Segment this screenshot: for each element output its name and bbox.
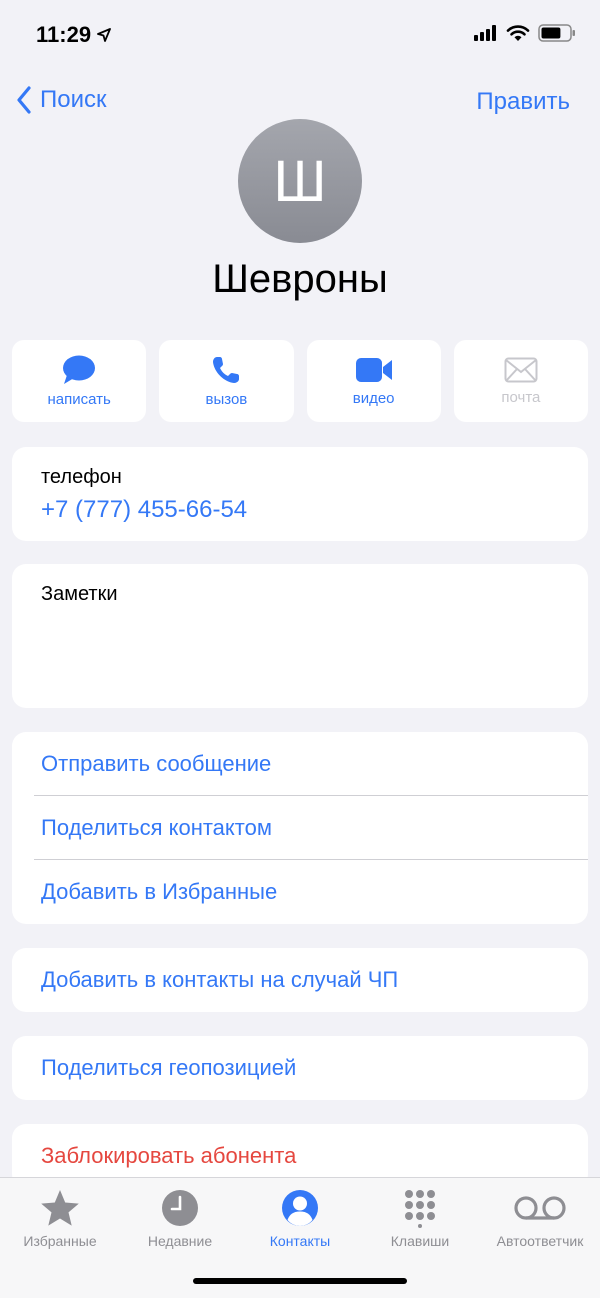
video-camera-icon (355, 357, 392, 382)
tab-recents-label: Недавние (147, 1233, 213, 1249)
video-action-button[interactable]: видео (306, 340, 441, 422)
status-bar-time: 11:29 (36, 22, 111, 48)
message-bubble-icon (63, 355, 96, 384)
tab-keypad-label: Клавиши (390, 1233, 450, 1249)
clock-time: 11:29 (36, 22, 92, 47)
home-indicator (193, 1278, 407, 1284)
phone-icon (213, 356, 240, 383)
tab-recents[interactable]: Недавние (120, 1178, 240, 1258)
quick-actions: написать вызов видео почта (12, 340, 588, 422)
avatar-initial: Ш (273, 148, 327, 214)
status-bar-right (474, 24, 576, 42)
mail-action-button[interactable]: почта (453, 340, 588, 422)
voicemail-icon (514, 1196, 566, 1220)
add-emergency-contact-row[interactable]: Добавить в контакты на случай ЧП (12, 948, 588, 1012)
phone-card[interactable]: телефон +7 (777) 455-66-54 (12, 447, 588, 541)
battery-icon (538, 24, 575, 42)
video-action-label: видео (352, 389, 395, 407)
tab-voicemail[interactable]: Автоответчик (480, 1178, 600, 1258)
phone-number[interactable]: +7 (777) 455-66-54 (41, 496, 247, 524)
share-location-label: Поделиться геопозицией (41, 1055, 297, 1080)
options-card: Отправить сообщение Поделиться контактом… (12, 732, 588, 924)
call-action-button[interactable]: вызов (159, 340, 294, 422)
add-to-favorites-label: Добавить в Избранные (41, 879, 278, 904)
share-contact-label: Поделиться контактом (41, 815, 272, 840)
back-button-label: Поиск (40, 86, 107, 113)
emergency-contact-card: Добавить в контакты на случай ЧП (12, 948, 588, 1012)
location-arrow-icon (97, 28, 111, 42)
keypad-icon (405, 1190, 435, 1228)
message-action-label: написать (47, 390, 111, 408)
clock-icon (162, 1190, 198, 1226)
tab-favorites-label: Избранные (23, 1233, 97, 1249)
tab-contacts-label: Контакты (269, 1233, 331, 1249)
notes-card[interactable]: Заметки (12, 564, 588, 708)
message-action-button[interactable]: написать (12, 340, 147, 422)
tab-keypad[interactable]: Клавиши (360, 1178, 480, 1258)
mail-action-label: почта (501, 388, 541, 406)
share-location-row[interactable]: Поделиться геопозицией (12, 1036, 588, 1100)
phone-label: телефон (41, 466, 122, 488)
tab-favorites[interactable]: Избранные (0, 1178, 120, 1258)
person-circle-icon (282, 1190, 318, 1227)
cellular-signal-icon (474, 25, 496, 41)
block-caller-label: Заблокировать абонента (41, 1143, 297, 1168)
send-message-label: Отправить сообщение (41, 751, 272, 776)
call-action-label: вызов (205, 390, 248, 408)
tab-contacts[interactable]: Контакты (240, 1178, 360, 1258)
chevron-left-icon (17, 86, 31, 114)
tab-voicemail-label: Автоответчик (496, 1233, 584, 1249)
contact-avatar: Ш (238, 119, 362, 243)
star-icon (41, 1190, 79, 1226)
send-message-row[interactable]: Отправить сообщение (12, 732, 588, 796)
back-button[interactable]: Поиск (16, 86, 107, 114)
add-emergency-contact-label: Добавить в контакты на случай ЧП (41, 967, 399, 992)
share-location-card: Поделиться геопозицией (12, 1036, 588, 1100)
add-to-favorites-row[interactable]: Добавить в Избранные (12, 860, 588, 924)
wifi-icon (506, 24, 530, 41)
edit-button[interactable]: Править (476, 88, 570, 116)
notes-label: Заметки (41, 583, 118, 605)
share-contact-row[interactable]: Поделиться контактом (12, 796, 588, 860)
contact-name: Шевроны (212, 257, 388, 301)
mail-envelope-icon (504, 357, 538, 382)
